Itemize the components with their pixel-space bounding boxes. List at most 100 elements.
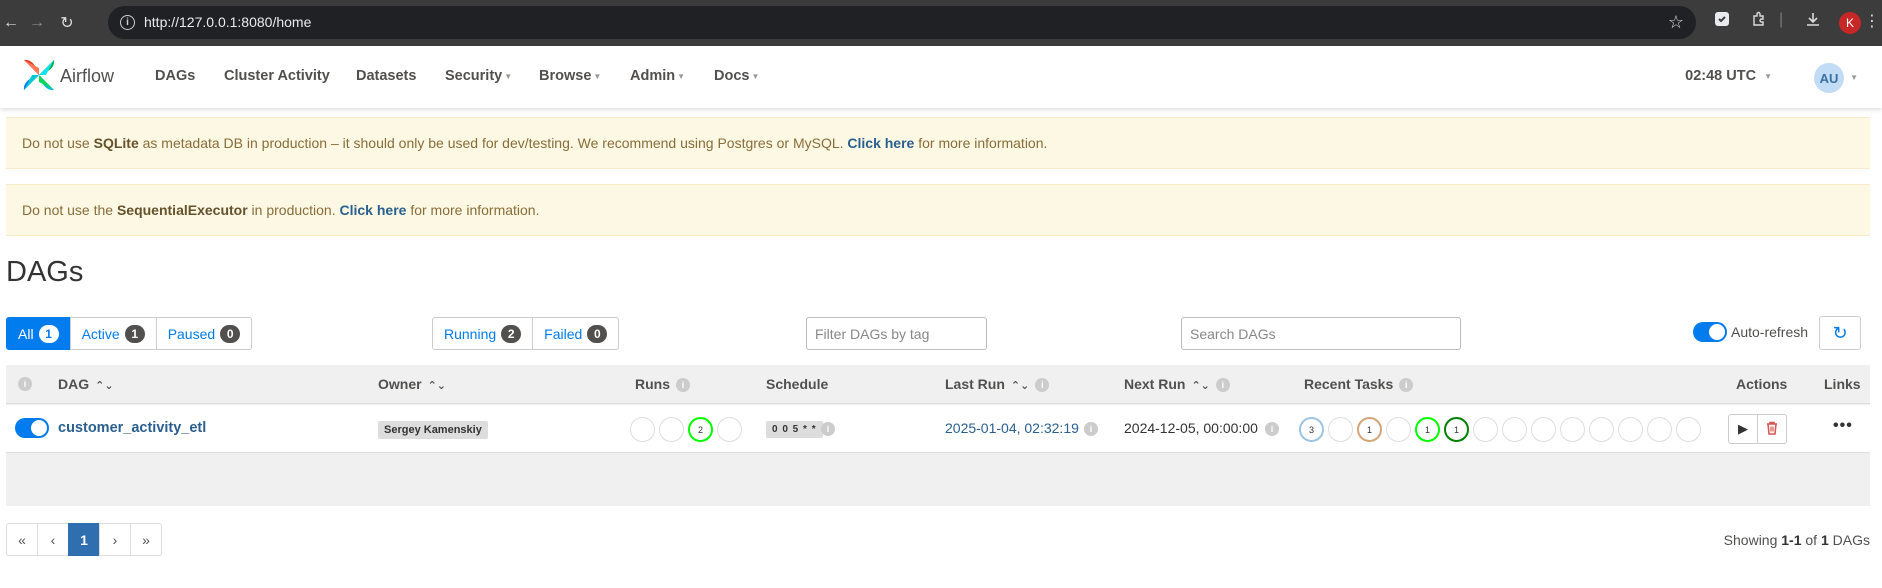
task-state-circle-shutdown[interactable] [1647, 417, 1672, 442]
task-state-circle-up_for_retry[interactable] [1531, 417, 1556, 442]
address-bar[interactable]: i http://127.0.0.1:8080/home ☆ [108, 6, 1696, 39]
run-state-circle-queued[interactable] [630, 417, 655, 442]
nav-admin[interactable]: Admin ▼ [630, 68, 685, 84]
page-title: DAGs [6, 256, 84, 288]
extension-shield-icon[interactable] [1714, 11, 1730, 32]
alert-link[interactable]: Click here [340, 202, 407, 218]
task-state-circle-running[interactable]: 1 [1415, 417, 1440, 442]
sort-icon[interactable]: ⌃⌄ [95, 380, 113, 392]
sqlite-warning-alert: Do not use SQLite as metadata DB in prod… [6, 117, 1870, 169]
brand-name[interactable]: Airflow [60, 66, 114, 87]
count-badge: 1 [38, 324, 59, 343]
info-icon[interactable]: i [1399, 378, 1414, 393]
page-prev-button[interactable]: ‹ [37, 523, 69, 556]
trigger-dag-button[interactable]: ▶ [1728, 414, 1758, 444]
nav-security[interactable]: Security ▼ [445, 68, 512, 84]
nav-cluster-activity[interactable]: Cluster Activity [224, 68, 330, 84]
task-state-circle-none[interactable] [1676, 417, 1701, 442]
schedule-tag[interactable]: 0 0 5 * * [766, 421, 823, 438]
column-last-run[interactable]: Last Run ⌃⌄ i [945, 376, 1050, 393]
bookmark-star-icon[interactable]: ☆ [1668, 12, 1684, 33]
auto-refresh-toggle[interactable] [1693, 322, 1727, 342]
filter-running-button[interactable]: Running 2 [432, 317, 534, 350]
chevron-down-icon: ▼ [751, 71, 760, 81]
task-state-circle-queued[interactable] [1386, 417, 1411, 442]
filter-label: All [18, 325, 34, 342]
task-state-circle-failed[interactable] [1502, 417, 1527, 442]
task-state-circle-up_for_reschedule[interactable] [1560, 417, 1585, 442]
filter-active-button[interactable]: Active 1 [69, 317, 157, 350]
nav-datasets[interactable]: Datasets [356, 68, 416, 84]
sort-icon[interactable]: ⌃⌄ [428, 380, 446, 392]
page-last-button[interactable]: » [130, 523, 162, 556]
more-links-icon[interactable]: ••• [1833, 417, 1853, 435]
browser-menu-icon[interactable]: ⋮ [1864, 11, 1880, 31]
back-icon[interactable]: ← [0, 12, 22, 34]
task-state-circle-upstream_failed[interactable]: 1 [1357, 417, 1382, 442]
page-next-button[interactable]: › [99, 523, 131, 556]
filter-all-button[interactable]: All 1 [6, 317, 71, 350]
profile-avatar[interactable]: K [1839, 12, 1861, 34]
owner-tag[interactable]: Sergey Kamenskiy [378, 421, 488, 439]
sort-icon[interactable]: ⌃⌄ [1011, 380, 1029, 392]
column-next-run[interactable]: Next Run ⌃⌄ i [1124, 376, 1230, 393]
forward-icon[interactable]: → [26, 12, 48, 34]
executor-warning-alert: Do not use the SequentialExecutor in pro… [6, 184, 1870, 236]
count-badge: 1 [124, 324, 145, 343]
column-label: DAG [58, 376, 90, 392]
info-icon[interactable]: i [18, 377, 32, 391]
info-icon[interactable]: i [1265, 422, 1279, 436]
column-links: Links [1824, 376, 1861, 392]
column-owner[interactable]: Owner ⌃⌄ [378, 376, 446, 392]
nav-browse[interactable]: Browse ▼ [539, 68, 601, 84]
refresh-button[interactable]: ↻ [1819, 316, 1861, 350]
nav-docs[interactable]: Docs ▼ [714, 68, 759, 84]
nav-dags[interactable]: DAGs [155, 68, 195, 84]
chevron-down-icon[interactable]: ▼ [1850, 73, 1858, 82]
dag-id-link[interactable]: customer_activity_etl [58, 420, 206, 436]
task-state-circle-removed[interactable] [1328, 417, 1353, 442]
toolbar-divider: | [1779, 11, 1784, 28]
sort-icon[interactable]: ⌃⌄ [1191, 380, 1209, 392]
task-state-circle-success[interactable]: 1 [1444, 417, 1469, 442]
dag-pause-toggle[interactable] [15, 418, 49, 438]
task-state-circle-scheduled[interactable] [1618, 417, 1643, 442]
nav-docs-label: Docs [714, 68, 750, 84]
run-state-circle-success[interactable] [659, 417, 684, 442]
extensions-puzzle-icon[interactable] [1751, 11, 1767, 32]
delete-dag-button[interactable] [1757, 414, 1787, 444]
last-run-link[interactable]: 2025-01-04, 02:32:19 [945, 420, 1079, 436]
download-icon[interactable] [1805, 11, 1821, 32]
run-state-circle-running[interactable]: 2 [688, 417, 713, 442]
task-state-circle-restarting[interactable] [1473, 417, 1498, 442]
filter-label: Failed [544, 325, 583, 342]
column-schedule: Schedule [766, 376, 829, 392]
utc-clock[interactable]: 02:48 UTC ▼ [1685, 68, 1772, 84]
count-badge: 0 [220, 324, 241, 343]
user-avatar[interactable]: AU [1814, 63, 1844, 93]
search-dags-input[interactable] [1181, 317, 1461, 350]
filter-paused-button[interactable]: Paused 0 [155, 317, 253, 350]
task-state-circle-skipped[interactable] [1589, 417, 1614, 442]
page-1-button[interactable]: 1 [68, 523, 100, 556]
alert-link[interactable]: Click here [847, 135, 914, 151]
info-icon[interactable]: i [676, 378, 690, 393]
task-state-circle-deferred[interactable]: 3 [1299, 417, 1324, 442]
run-state-circle-failed[interactable] [717, 417, 742, 442]
trash-icon [1766, 421, 1778, 438]
info-icon[interactable]: i [821, 422, 835, 436]
page-first-button[interactable]: « [6, 523, 38, 556]
site-info-icon[interactable]: i [120, 15, 135, 30]
info-icon[interactable]: i [1035, 378, 1050, 393]
reload-icon[interactable]: ↻ [56, 12, 78, 34]
url-text[interactable]: http://127.0.0.1:8080/home [144, 14, 311, 30]
airflow-logo-icon[interactable] [20, 56, 58, 94]
column-dag[interactable]: DAG ⌃⌄ [58, 376, 114, 392]
column-label: Owner [378, 376, 422, 392]
auto-refresh-label: Auto-refresh [1731, 324, 1809, 340]
info-icon[interactable]: i [1215, 378, 1230, 393]
info-icon[interactable]: i [1084, 422, 1098, 436]
tag-filter-input[interactable] [806, 317, 987, 350]
refresh-icon: ↻ [1832, 322, 1848, 343]
filter-failed-button[interactable]: Failed 0 [532, 317, 620, 350]
